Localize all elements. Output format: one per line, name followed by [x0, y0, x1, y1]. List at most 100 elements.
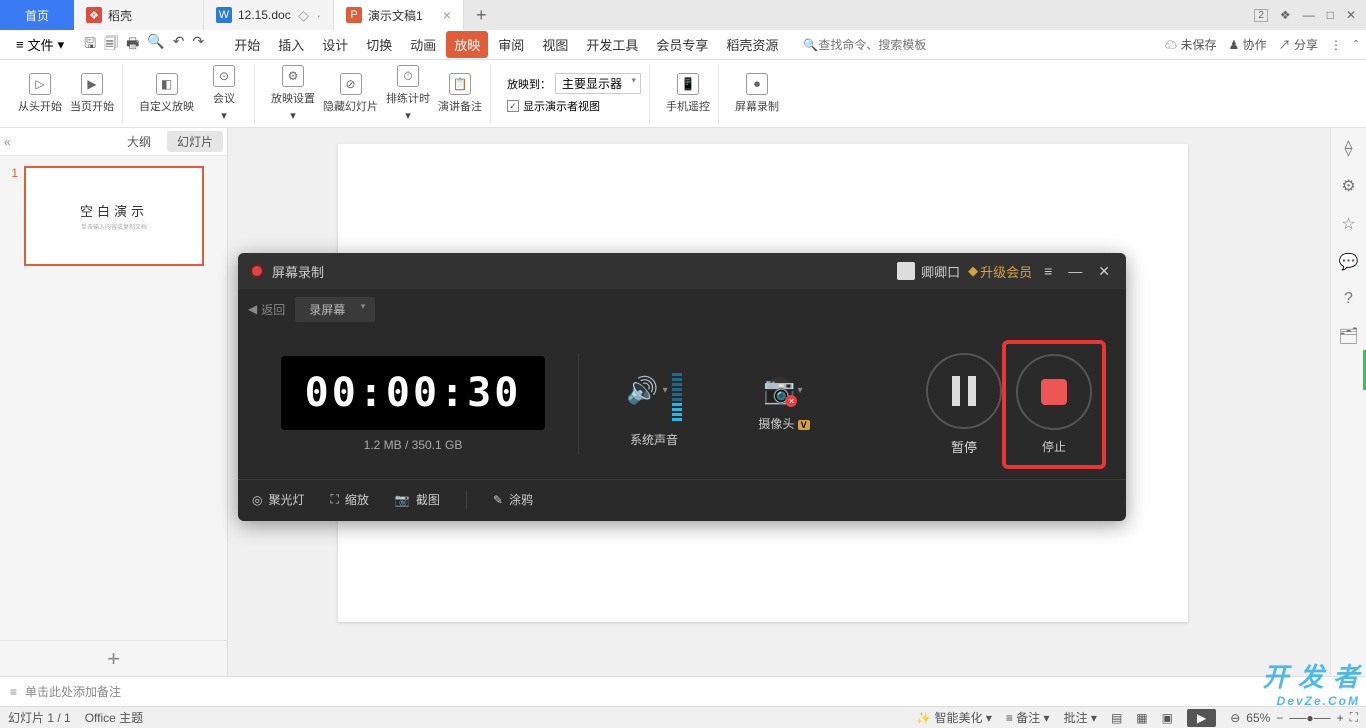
phone-icon: 📱: [677, 73, 699, 95]
camera-control[interactable]: 📷▾ 摄像头 V: [719, 377, 849, 432]
tab-docC-active[interactable]: P演示文稿1×: [334, 0, 464, 30]
pin-icon[interactable]: ◇: [298, 7, 309, 24]
tab-slideshow[interactable]: 放映: [446, 31, 488, 58]
tab-member[interactable]: 会员专享: [648, 31, 716, 58]
recorder-titlebar[interactable]: 屏幕录制 卿卿口 ◆ 升级会员 ≡ — ✕: [238, 253, 1126, 289]
display-target-select[interactable]: 主要显示器: [555, 73, 641, 94]
collapse-ribbon-icon[interactable]: ˆ: [1354, 38, 1358, 52]
meeting-icon: ⊙: [213, 65, 235, 87]
screenshot-tool[interactable]: 📷 截图: [395, 491, 440, 508]
search-input[interactable]: [818, 38, 938, 52]
tab-devtools[interactable]: 开发工具: [578, 31, 646, 58]
tab-insert[interactable]: 插入: [270, 31, 312, 58]
zoom-out-icon[interactable]: −: [1276, 711, 1283, 725]
slide-thumb-1[interactable]: 1 空白演示 单击输入内容或复制文档: [6, 166, 221, 266]
rehearse-button[interactable]: ⏱排练计时▾: [386, 65, 430, 122]
undo-icon[interactable]: ↶: [173, 33, 185, 57]
saveas-icon[interactable]: 🗐: [104, 33, 118, 57]
tab-home[interactable]: 首页: [0, 0, 74, 30]
close-icon[interactable]: ×: [443, 7, 451, 23]
fit-icon[interactable]: ⛶: [1350, 710, 1358, 725]
from-current-button[interactable]: ▶当页开始: [70, 73, 114, 114]
close-icon[interactable]: ·: [316, 7, 321, 23]
preview-icon[interactable]: 🔍: [147, 33, 164, 57]
notes-placeholder[interactable]: 单击此处添加备注: [25, 683, 1356, 700]
tab-review[interactable]: 审阅: [490, 31, 532, 58]
save-icon[interactable]: 🖫: [84, 33, 96, 57]
tool-help-icon[interactable]: ?: [1344, 290, 1353, 308]
tool-settings-icon[interactable]: ⚙: [1341, 176, 1355, 196]
notes-toggle[interactable]: ≡ 备注 ▾: [1006, 709, 1050, 726]
record-mode-select[interactable]: 录屏幕: [295, 297, 375, 322]
apps-icon[interactable]: ❖: [1280, 8, 1291, 22]
stop-button[interactable]: [1016, 354, 1092, 430]
presenter-view-checkbox[interactable]: ✓: [507, 100, 519, 112]
speaker-notes-button[interactable]: 📋演讲备注: [438, 73, 482, 114]
from-start-button[interactable]: ▷从头开始: [18, 73, 62, 114]
audio-label: 系统声音: [630, 431, 678, 448]
upgrade-button[interactable]: ◆ 升级会员: [968, 262, 1032, 281]
avatar: [897, 262, 915, 280]
slides-tab[interactable]: 幻灯片: [167, 131, 223, 152]
custom-show-button[interactable]: ◧自定义放映: [139, 73, 194, 114]
beautify-button[interactable]: ✨ 智能美化 ▾: [916, 709, 992, 726]
tab-design[interactable]: 设计: [314, 31, 356, 58]
more-icon[interactable]: ⋮: [1330, 38, 1342, 52]
show-settings-button[interactable]: ⚙放映设置▾: [271, 65, 315, 122]
screen-recorder-window: 屏幕录制 卿卿口 ◆ 升级会员 ≡ — ✕ ◀ 返回 录屏幕 00:00:30 …: [238, 253, 1126, 521]
play-button[interactable]: ▶: [1187, 709, 1216, 727]
tab-docB[interactable]: W12.15.doc◇·: [204, 0, 334, 30]
close-window-icon[interactable]: ✕: [1346, 8, 1356, 22]
app-icon-r: ❖: [86, 7, 102, 23]
zoom-in-icon[interactable]: +: [1337, 711, 1344, 725]
pause-button[interactable]: [926, 353, 1002, 429]
tool-assets-icon[interactable]: 🗂: [1338, 326, 1358, 346]
comments-toggle[interactable]: 批注 ▾: [1064, 709, 1097, 726]
minimize-icon[interactable]: —: [1303, 8, 1315, 22]
meeting-button[interactable]: ⊙会议▾: [202, 65, 246, 122]
zoom-track[interactable]: ──●──: [1289, 711, 1330, 725]
recorder-user[interactable]: 卿卿口: [897, 262, 960, 281]
maximize-icon[interactable]: □: [1327, 8, 1334, 22]
share-button[interactable]: ↗ 分享: [1279, 36, 1318, 53]
outline-tab[interactable]: 大纲: [117, 131, 161, 152]
new-tab-button[interactable]: +: [464, 0, 494, 30]
spotlight-tool[interactable]: ◎ 聚光灯: [252, 491, 305, 508]
add-slide-button[interactable]: +: [107, 646, 120, 672]
tab-resources[interactable]: 稻壳资源: [718, 31, 786, 58]
tool-chat-icon[interactable]: 💬: [1339, 252, 1359, 272]
zoom-slider-icon[interactable]: ⊖: [1230, 711, 1240, 725]
recorder-minimize-icon[interactable]: —: [1064, 263, 1086, 279]
tab-docA[interactable]: ❖稻壳: [74, 0, 204, 30]
print-icon[interactable]: 🖶: [126, 33, 139, 57]
hide-slide-button[interactable]: ⊘隐藏幻灯片: [323, 73, 378, 114]
tab-transition[interactable]: 切换: [358, 31, 400, 58]
phone-remote-button[interactable]: 📱手机遥控: [666, 73, 710, 114]
recorder-back-button[interactable]: ◀ 返回: [248, 301, 285, 318]
screen-record-button[interactable]: ⏺屏幕录制: [735, 73, 779, 114]
view-reading-icon[interactable]: ▣: [1162, 711, 1173, 725]
play-current-icon: ▶: [81, 73, 103, 95]
recorder-menu-icon[interactable]: ≡: [1040, 263, 1056, 279]
zoom-tool[interactable]: ⛶ 缩放: [331, 491, 369, 508]
command-search[interactable]: 🔍: [803, 38, 938, 52]
tab-label: 12.15.doc: [238, 8, 291, 22]
unsaved-button[interactable]: ☁ 未保存: [1165, 36, 1216, 53]
view-sorter-icon[interactable]: ▦: [1136, 711, 1147, 725]
notes-bar[interactable]: ≡ 单击此处添加备注: [0, 676, 1366, 706]
tab-start[interactable]: 开始: [226, 31, 268, 58]
tab-animation[interactable]: 动画: [402, 31, 444, 58]
recorder-close-icon[interactable]: ✕: [1094, 263, 1114, 280]
annotate-tool[interactable]: ✎ 涂鸦: [493, 491, 533, 508]
tool-star-icon[interactable]: ☆: [1341, 214, 1355, 234]
badge-count[interactable]: 2: [1254, 9, 1268, 22]
file-menu[interactable]: ≡ 文件 ▾: [8, 33, 72, 56]
tool-ai-icon[interactable]: ⟠: [1345, 138, 1353, 158]
collapse-panel-icon[interactable]: «: [4, 135, 11, 149]
view-normal-icon[interactable]: ▤: [1111, 711, 1122, 725]
tab-view[interactable]: 视图: [534, 31, 576, 58]
redo-icon[interactable]: ↷: [192, 33, 204, 57]
collab-button[interactable]: ♟ 协作: [1229, 36, 1267, 53]
audio-source-control[interactable]: 🔊▾ 系统声音: [589, 361, 719, 448]
ribbon-slideshow: ▷从头开始 ▶当页开始 ◧自定义放映 ⊙会议▾ ⚙放映设置▾ ⊘隐藏幻灯片 ⏱排…: [0, 60, 1366, 128]
